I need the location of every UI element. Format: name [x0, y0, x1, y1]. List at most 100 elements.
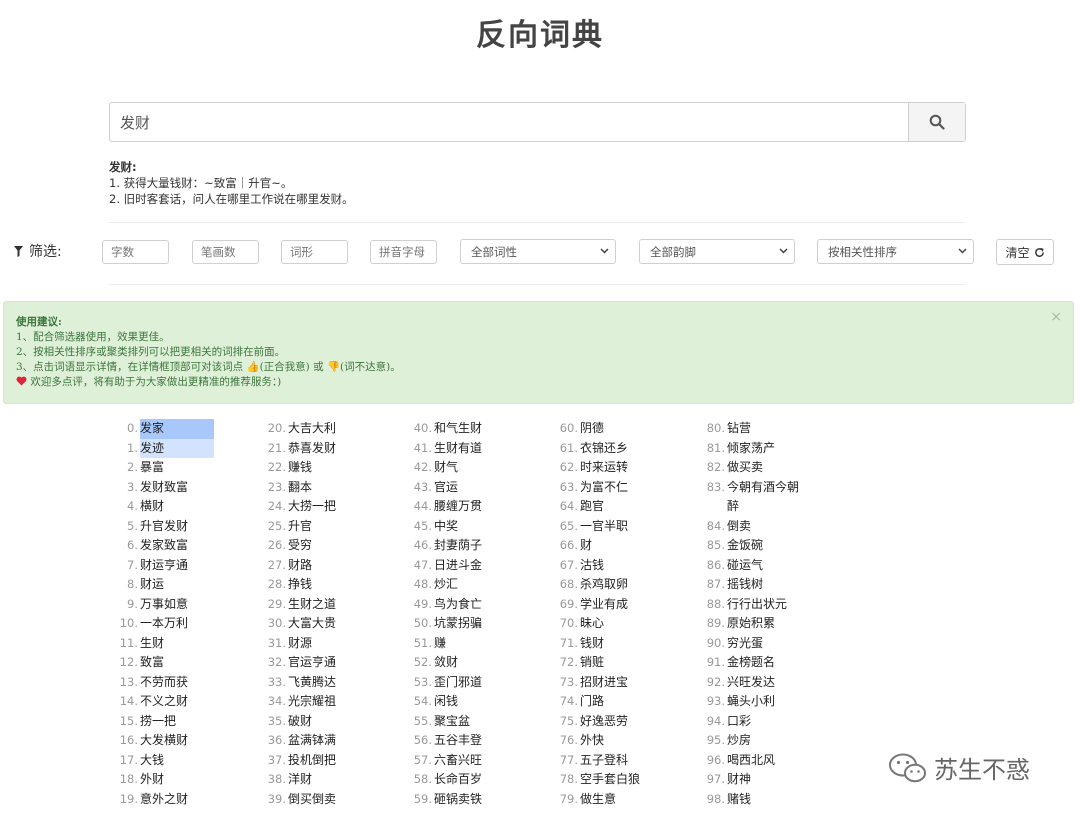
clear-button[interactable]: 清空 — [996, 239, 1054, 265]
list-item[interactable]: 47. 日进斗金 — [410, 556, 550, 576]
list-item[interactable]: 48. 炒汇 — [410, 575, 550, 595]
list-item[interactable]: 醉 — [703, 497, 843, 517]
item-word[interactable]: 钱财 — [580, 634, 604, 654]
item-word[interactable]: 意外之财 — [140, 790, 188, 810]
item-word[interactable]: 闲钱 — [434, 692, 458, 712]
list-item[interactable]: 12. 致富 — [116, 653, 256, 673]
list-item[interactable]: 72. 销赃 — [556, 653, 696, 673]
list-item[interactable]: 22. 赚钱 — [264, 458, 404, 478]
list-item[interactable]: 44. 腰缠万贯 — [410, 497, 550, 517]
item-word[interactable]: 昧心 — [580, 614, 604, 634]
item-word[interactable]: 赚 — [434, 634, 446, 654]
list-item[interactable]: 13. 不劳而获 — [116, 673, 256, 693]
search-input[interactable] — [110, 103, 908, 141]
list-item[interactable]: 25. 升官 — [264, 517, 404, 537]
list-item[interactable]: 10. 一本万利 — [116, 614, 256, 634]
item-word[interactable]: 大吉大利 — [288, 419, 336, 439]
list-item[interactable]: 77. 五子登科 — [556, 751, 696, 771]
list-item[interactable]: 54. 闲钱 — [410, 692, 550, 712]
list-item[interactable]: 80. 钻营 — [703, 419, 843, 439]
item-word[interactable]: 洋财 — [288, 770, 312, 790]
item-word[interactable]: 钻营 — [727, 419, 751, 439]
list-item[interactable]: 88. 行行出状元 — [703, 595, 843, 615]
item-word[interactable]: 衣锦还乡 — [580, 439, 628, 459]
list-item[interactable]: 92. 兴旺发达 — [703, 673, 843, 693]
char-count-input[interactable] — [102, 240, 169, 264]
item-word[interactable]: 醉 — [727, 497, 739, 517]
list-item[interactable]: 17. 大钱 — [116, 751, 256, 771]
list-item[interactable]: 32. 官运亨通 — [264, 653, 404, 673]
list-item[interactable]: 23. 翻本 — [264, 478, 404, 498]
item-word[interactable]: 倒买倒卖 — [288, 790, 336, 810]
list-item[interactable]: 39. 倒买倒卖 — [264, 790, 404, 810]
list-item[interactable]: 58. 长命百岁 — [410, 770, 550, 790]
list-item[interactable]: 38. 洋财 — [264, 770, 404, 790]
pos-select[interactable]: 全部词性 — [460, 239, 616, 264]
item-word[interactable]: 财气 — [434, 458, 458, 478]
item-word[interactable]: 财神 — [727, 770, 751, 790]
item-word[interactable]: 炒汇 — [434, 575, 458, 595]
list-item[interactable]: 65. 一官半职 — [556, 517, 696, 537]
item-word[interactable]: 发财致富 — [140, 478, 188, 498]
item-word[interactable]: 销赃 — [580, 653, 604, 673]
item-word[interactable]: 做买卖 — [727, 458, 763, 478]
list-item[interactable]: 7. 财运亨通 — [116, 556, 256, 576]
item-word[interactable]: 跑官 — [580, 497, 604, 517]
list-item[interactable]: 49. 鸟为食亡 — [410, 595, 550, 615]
list-item[interactable]: 60. 阴德 — [556, 419, 696, 439]
list-item[interactable]: 42. 财气 — [410, 458, 550, 478]
item-word[interactable]: 学业有成 — [580, 595, 628, 615]
item-word[interactable]: 大富大贵 — [288, 614, 336, 634]
list-item[interactable]: 66. 财 — [556, 536, 696, 556]
list-item[interactable]: 62. 时来运转 — [556, 458, 696, 478]
item-word[interactable]: 行行出状元 — [727, 595, 787, 615]
list-item[interactable]: 71. 钱财 — [556, 634, 696, 654]
list-item[interactable]: 26. 受穷 — [264, 536, 404, 556]
item-word[interactable]: 原始积累 — [727, 614, 775, 634]
search-button[interactable] — [908, 103, 965, 141]
list-item[interactable]: 16. 大发横财 — [116, 731, 256, 751]
list-item[interactable]: 3. 发财致富 — [116, 478, 256, 498]
item-word[interactable]: 万事如意 — [140, 595, 188, 615]
item-word[interactable]: 摇钱树 — [727, 575, 763, 595]
item-word[interactable]: 生财之道 — [288, 595, 336, 615]
list-item[interactable]: 96. 喝西北风 — [703, 751, 843, 771]
item-word[interactable]: 为富不仁 — [580, 478, 628, 498]
item-word[interactable]: 招财进宝 — [580, 673, 628, 693]
item-word[interactable]: 聚宝盆 — [434, 712, 470, 732]
item-word[interactable]: 挣钱 — [288, 575, 312, 595]
list-item[interactable]: 98. 赌钱 — [703, 790, 843, 810]
list-item[interactable]: 14. 不义之财 — [116, 692, 256, 712]
list-item[interactable]: 82. 做买卖 — [703, 458, 843, 478]
list-item[interactable]: 89. 原始积累 — [703, 614, 843, 634]
list-item[interactable]: 41. 生财有道 — [410, 439, 550, 459]
item-word[interactable]: 官运 — [434, 478, 458, 498]
list-item[interactable]: 84. 倒卖 — [703, 517, 843, 537]
list-item[interactable]: 93. 蝇头小利 — [703, 692, 843, 712]
list-item[interactable]: 85. 金饭碗 — [703, 536, 843, 556]
item-word[interactable]: 今朝有酒今朝 — [727, 478, 799, 498]
item-word[interactable]: 财运 — [140, 575, 164, 595]
item-word[interactable]: 横财 — [140, 497, 164, 517]
item-word[interactable]: 鸟为食亡 — [434, 595, 482, 615]
list-item[interactable]: 29. 生财之道 — [264, 595, 404, 615]
item-word[interactable]: 捞一把 — [140, 712, 176, 732]
list-item[interactable]: 37. 投机倒把 — [264, 751, 404, 771]
list-item[interactable]: 76. 外快 — [556, 731, 696, 751]
list-item[interactable]: 35. 破财 — [264, 712, 404, 732]
item-word[interactable]: 六畜兴旺 — [434, 751, 482, 771]
list-item[interactable]: 50. 坑蒙拐骗 — [410, 614, 550, 634]
list-item[interactable]: 27. 财路 — [264, 556, 404, 576]
list-item[interactable]: 31. 财源 — [264, 634, 404, 654]
item-word[interactable]: 大发横财 — [140, 731, 188, 751]
item-word[interactable]: 喝西北风 — [727, 751, 775, 771]
item-word[interactable]: 倒卖 — [727, 517, 751, 537]
list-item[interactable]: 56. 五谷丰登 — [410, 731, 550, 751]
item-word[interactable]: 砸锅卖铁 — [434, 790, 482, 810]
item-word[interactable]: 发迹 — [140, 438, 215, 458]
list-item[interactable]: 2. 暴富 — [116, 458, 256, 478]
list-item[interactable]: 43. 官运 — [410, 478, 550, 498]
close-icon[interactable]: × — [1050, 310, 1062, 325]
list-item[interactable]: 67. 沽钱 — [556, 556, 696, 576]
item-word[interactable]: 歪门邪道 — [434, 673, 482, 693]
